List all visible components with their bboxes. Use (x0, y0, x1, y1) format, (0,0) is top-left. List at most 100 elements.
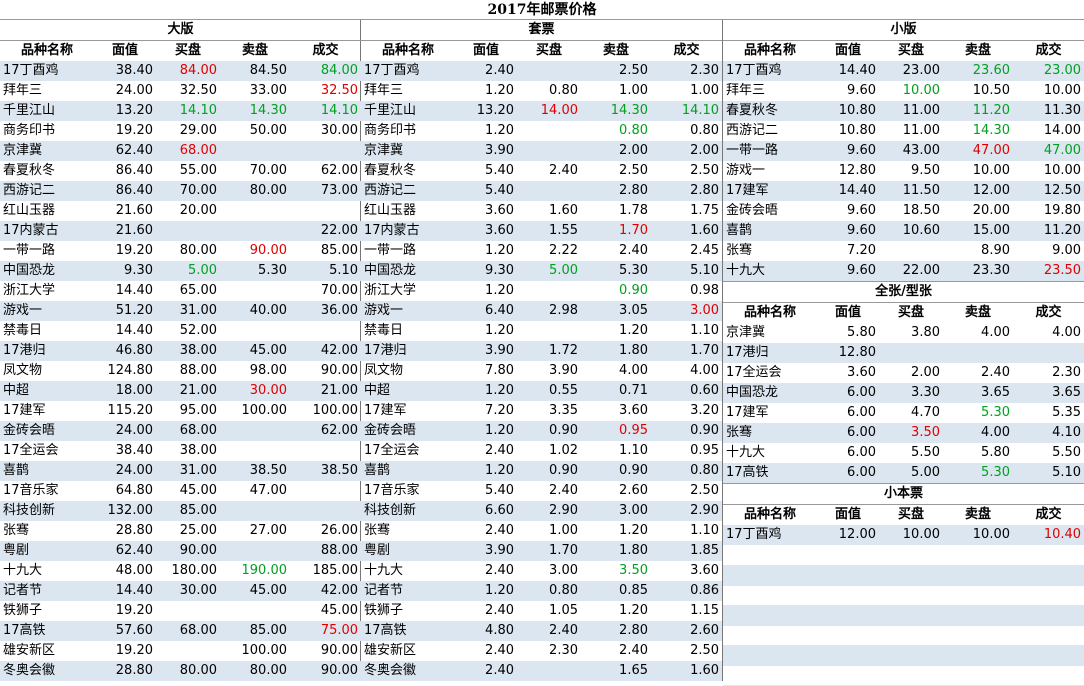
sheet-title: 2017年邮票价格 (0, 0, 1084, 20)
price-cell: 38.50 (220, 461, 290, 481)
price-cell: 2.50 (690, 483, 720, 498)
stamp-name-cell: 红山玉器 (3, 203, 56, 218)
price-cell: 10.00 (1043, 83, 1082, 98)
stamp-name-cell: 17建军 (726, 405, 769, 420)
price-cell: 5.30 (220, 261, 290, 281)
price-cell: 5.00 (879, 463, 943, 484)
price-cell: 9.60 (817, 141, 879, 161)
price-cell: 1.70 (517, 541, 581, 561)
stamp-name-cell: 商务印书 (3, 123, 56, 138)
price-cell (517, 181, 581, 201)
price-cell: 1.65 (581, 661, 651, 681)
price-cell: 0.80 (549, 83, 578, 98)
table-row: 17港归 12.80 (723, 343, 1084, 363)
empty-cell (723, 605, 1084, 626)
stamp-name-cell: 17港归 (723, 343, 817, 363)
table-row: 十九大 9.60 22.00 23.30 23.50 (723, 261, 1084, 282)
price-cell: 7.20 (847, 243, 876, 258)
table-row: 红山玉器 3.60 1.60 1.78 1.75 (361, 201, 722, 221)
price-cell: 12.00 (817, 525, 879, 545)
column-header: 买盘 (897, 43, 924, 58)
stamp-name-cell: 张骞 (723, 423, 817, 443)
price-cell: 1.20 (619, 523, 648, 538)
price-cell (220, 541, 290, 561)
price-cell: 14.30 (581, 101, 651, 121)
price-cell: 73.00 (290, 181, 362, 201)
empty-cell (723, 545, 1084, 566)
table-row: 张骞 6.00 3.50 4.00 4.10 (723, 423, 1084, 443)
price-cell (220, 501, 290, 521)
table-row: 17港归 46.80 38.00 45.00 42.00 (0, 341, 362, 361)
price-cell: 2.40 (455, 61, 517, 81)
stamp-name-cell: 春夏秋冬 (364, 163, 417, 178)
price-cell: 10.00 (1043, 163, 1082, 178)
stamp-name-cell: 十九大 (726, 445, 766, 460)
empty-row (723, 585, 1084, 606)
column-header: 成交 (1035, 507, 1062, 522)
price-cell: 2.40 (455, 661, 517, 681)
table-row: 金砖会晤 24.00 68.00 62.00 (0, 421, 362, 441)
price-cell: 2.40 (549, 483, 578, 498)
price-cell: 9.00 (1052, 243, 1082, 258)
empty-row (723, 645, 1084, 666)
price-cell: 86.40 (115, 163, 153, 178)
section-title: 大版 (0, 20, 362, 41)
column-header-row: 品种名称 面值 买盘 卖盘 成交 (723, 505, 1084, 526)
table-row: 凤文物 124.80 88.00 98.00 90.00 (0, 361, 361, 381)
column-header: 买盘 (897, 507, 924, 522)
price-cell: 21.00 (156, 381, 220, 401)
stamp-name-cell: 京津冀 (726, 325, 766, 340)
table-row: 京津冀 5.80 3.80 4.00 4.00 (723, 323, 1084, 343)
price-cell: 70.00 (249, 163, 287, 178)
price-cell: 15.00 (943, 221, 1013, 241)
price-cell: 6.00 (817, 383, 879, 403)
price-cell: 14.40 (817, 61, 879, 81)
empty-row (723, 545, 1084, 566)
stamp-name-cell: 铁狮子 (364, 603, 404, 618)
stamp-name-cell: 浙江大学 (3, 283, 56, 298)
section-title: 小版 (723, 20, 1084, 41)
price-cell: 65.00 (179, 283, 217, 298)
stamp-name-cell: 西游记二 (726, 123, 779, 138)
price-cell: 19.20 (115, 243, 153, 258)
price-cell: 3.60 (619, 403, 648, 418)
price-cell: 5.10 (1013, 463, 1084, 484)
stamp-name-cell: 红山玉器 (364, 203, 417, 218)
table-row: 17建军 6.00 4.70 5.30 5.35 (723, 403, 1084, 423)
price-cell: 55.00 (179, 163, 217, 178)
price-cell: 10.00 (902, 83, 940, 98)
empty-row (723, 565, 1084, 586)
section-title: 小本票 (723, 483, 1084, 505)
stamp-name-cell: 春夏秋冬 (3, 163, 56, 178)
price-cell: 5.80 (981, 445, 1010, 460)
price-cell: 22.00 (879, 261, 943, 282)
price-cell: 21.00 (290, 381, 362, 401)
table-row: 中超 1.20 0.55 0.71 0.60 (361, 381, 723, 401)
price-cell: 4.80 (455, 621, 517, 641)
price-cell: 3.65 (943, 383, 1013, 403)
table-row: 春夏秋冬 5.40 2.40 2.50 2.50 (361, 161, 722, 181)
price-cell (879, 241, 943, 261)
price-cell: 1.72 (517, 341, 581, 361)
price-cell: 62.40 (94, 141, 156, 161)
price-cell: 3.50 (619, 563, 648, 578)
price-cell: 23.00 (879, 61, 943, 81)
section-title-text: 大版 (0, 20, 362, 41)
section-title: 套票 (361, 20, 723, 41)
empty-row (723, 625, 1084, 646)
price-cell: 5.80 (847, 325, 876, 340)
table-row: 张骞 28.80 25.00 27.00 26.00 (0, 521, 361, 541)
price-cell: 5.40 (455, 181, 517, 201)
price-cell: 0.85 (581, 581, 651, 601)
stamp-name-cell: 浙江大学 (364, 283, 417, 298)
price-cell: 1.60 (651, 221, 723, 241)
table-row: 17港归 3.90 1.72 1.80 1.70 (361, 341, 723, 361)
column-header: 面值 (834, 43, 861, 58)
table-row: 一带一路 9.60 43.00 47.00 47.00 (723, 141, 1084, 161)
price-cell: 4.10 (1013, 423, 1084, 443)
empty-cell (723, 565, 1084, 586)
price-cell: 0.80 (651, 461, 723, 481)
price-cell: 2.40 (619, 243, 648, 258)
price-cell: 38.00 (156, 341, 220, 361)
price-cell: 3.60 (847, 365, 876, 380)
